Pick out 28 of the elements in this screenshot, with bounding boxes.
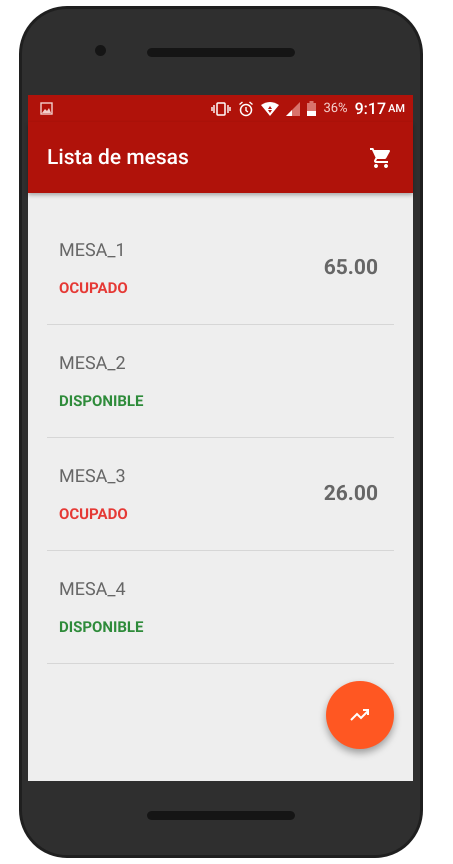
table-row[interactable]: MESA_1 OCUPADO 65.00: [47, 212, 394, 325]
image-icon: [40, 102, 53, 115]
table-name: MESA_2: [59, 352, 127, 374]
cart-icon[interactable]: [369, 146, 393, 170]
stats-button[interactable]: [326, 681, 394, 749]
trending-up-icon: [350, 708, 370, 722]
alarm-icon: [238, 100, 254, 116]
table-amount: 65.00: [324, 256, 378, 280]
table-row[interactable]: MESA_3 OCUPADO 26.00: [47, 438, 394, 551]
table-status: DISPONIBLE: [59, 392, 144, 410]
screen-title: Lista de mesas: [47, 146, 189, 170]
table-name: MESA_1: [59, 240, 127, 260]
wifi-icon: [261, 102, 280, 116]
table-name: MESA_3: [59, 466, 127, 486]
table-name: MESA_4: [59, 578, 127, 600]
battery-icon: [307, 101, 316, 116]
table-status: OCUPADO: [59, 278, 128, 296]
table-amount: 26.00: [324, 482, 378, 506]
table-row[interactable]: MESA_4 DISPONIBLE: [47, 551, 394, 664]
table-status: DISPONIBLE: [59, 618, 144, 636]
clock-time: 9:17: [354, 99, 386, 118]
camera-icon: [94, 45, 106, 56]
battery-percent: 36%: [323, 101, 348, 116]
signal-icon: [286, 102, 300, 116]
table-status: OCUPADO: [59, 504, 128, 522]
table-row[interactable]: MESA_2 DISPONIBLE: [47, 325, 394, 438]
clock-meridiem: AM: [388, 102, 405, 115]
vibrate-icon: [211, 102, 232, 116]
